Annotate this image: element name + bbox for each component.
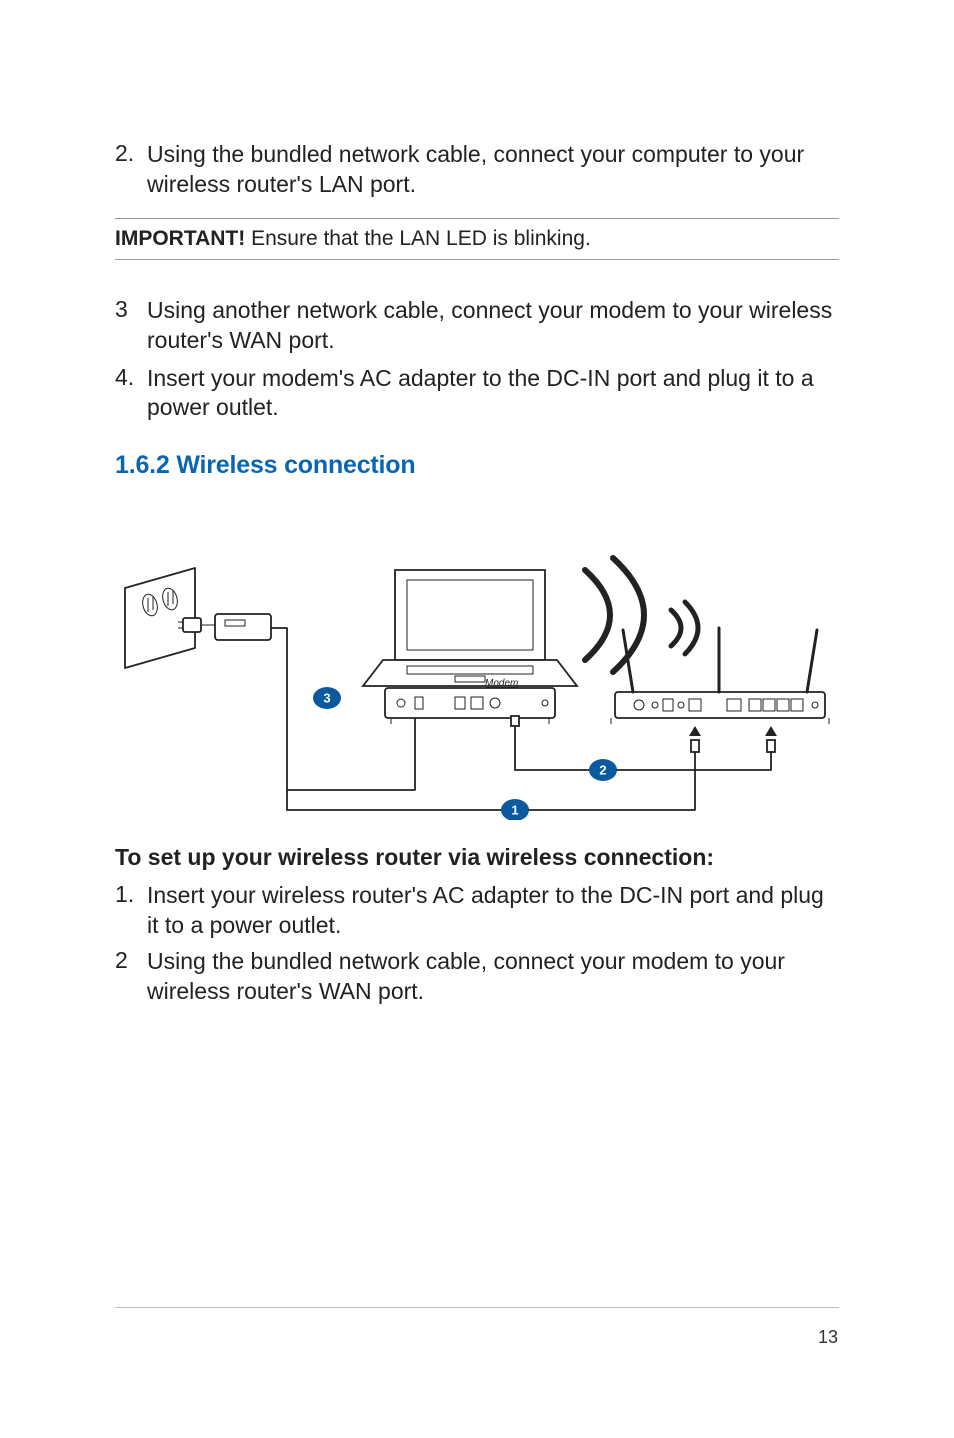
modem-label: Modem: [485, 678, 518, 689]
router-icon: [611, 628, 829, 724]
step-number: 2: [115, 947, 147, 1007]
step-text: Using the bundled network cable, connect…: [147, 947, 839, 1007]
list-item: 4. Insert your modem's AC adapter to the…: [115, 364, 839, 424]
wall-outlet-icon: [125, 568, 201, 668]
step-list-top: 2. Using the bundled network cable, conn…: [115, 140, 839, 200]
setup-subheading: To set up your wireless router via wirel…: [115, 844, 839, 871]
diagram-badge-2: 2: [599, 763, 606, 778]
step-list-bottom: 1. Insert your wireless router's AC adap…: [115, 881, 839, 1007]
wifi-signal-icon: [585, 558, 698, 672]
list-item: 1. Insert your wireless router's AC adap…: [115, 881, 839, 941]
important-callout: IMPORTANT! Ensure that the LAN LED is bl…: [115, 218, 839, 260]
list-item: 2 Using the bundled network cable, conne…: [115, 947, 839, 1007]
wireless-connection-diagram: Modem: [115, 510, 835, 820]
list-item: 3 Using another network cable, connect y…: [115, 296, 839, 356]
document-page: 2. Using the bundled network cable, conn…: [0, 0, 954, 1438]
laptop-icon: [363, 570, 577, 686]
step-list-mid: 3 Using another network cable, connect y…: [115, 296, 839, 424]
diagram-badge-1: 1: [511, 803, 518, 818]
step-text: Insert your wireless router's AC adapter…: [147, 881, 839, 941]
step-text: Insert your modem's AC adapter to the DC…: [147, 364, 839, 424]
step-number: 1.: [115, 881, 147, 941]
power-adapter-icon: [201, 614, 271, 640]
step-number: 4.: [115, 364, 147, 424]
diagram-svg: Modem: [115, 510, 835, 820]
section-heading: 1.6.2 Wireless connection: [115, 451, 839, 480]
footer-rule: [115, 1307, 839, 1308]
step-text: Using the bundled network cable, connect…: [147, 140, 839, 200]
step-number: 2.: [115, 140, 147, 200]
callout-text: Ensure that the LAN LED is blinking.: [245, 227, 591, 250]
step-number: 3: [115, 296, 147, 356]
page-number: 13: [818, 1327, 838, 1348]
diagram-badge-3: 3: [323, 691, 330, 706]
step-text: Using another network cable, connect you…: [147, 296, 839, 356]
callout-label: IMPORTANT!: [115, 227, 245, 250]
list-item: 2. Using the bundled network cable, conn…: [115, 140, 839, 200]
